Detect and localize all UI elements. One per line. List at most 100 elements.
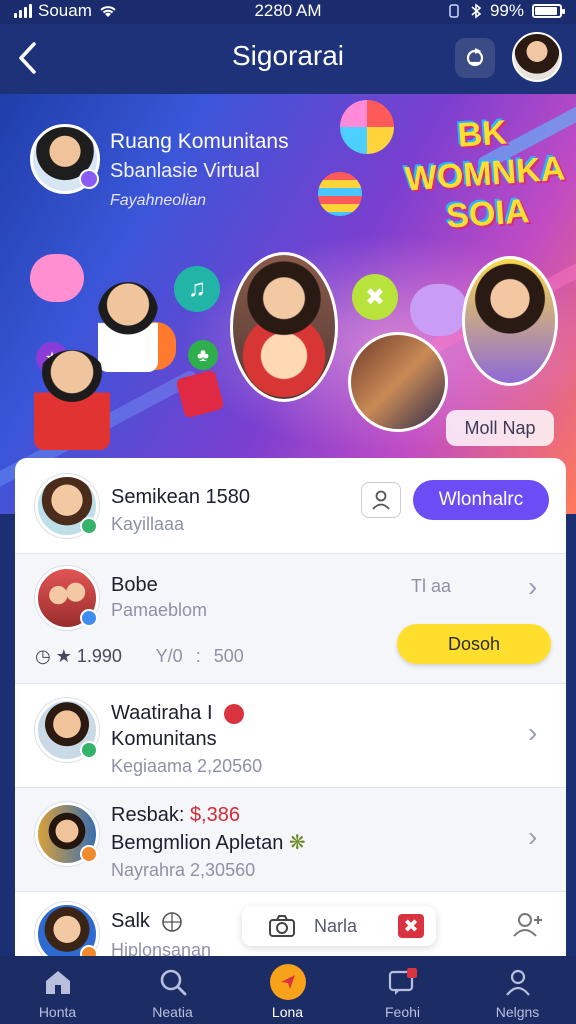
close-button[interactable]: ✖ bbox=[398, 914, 424, 938]
item-title-prefix: Resbak: bbox=[111, 804, 185, 826]
community-avatar[interactable] bbox=[30, 124, 100, 194]
chevron-right-icon[interactable]: › bbox=[528, 572, 548, 602]
user-avatar[interactable] bbox=[512, 32, 562, 82]
camera-chip[interactable]: Narla ✖ bbox=[242, 906, 436, 946]
list-item[interactable]: Waatiraha I Komunitans Kegiaama 2,20560 … bbox=[15, 684, 566, 788]
item-subtitle: Kayillaaa bbox=[111, 514, 185, 534]
add-friend-icon[interactable] bbox=[511, 910, 545, 938]
chevron-right-icon[interactable]: › bbox=[528, 718, 548, 748]
verified-badge-icon bbox=[80, 609, 98, 627]
bear-sticker-icon bbox=[410, 284, 468, 336]
donate-button[interactable]: Dosoh bbox=[397, 624, 551, 664]
item-title: Waatiraha I bbox=[111, 702, 245, 725]
chat-icon bbox=[387, 966, 419, 998]
avatar bbox=[35, 902, 99, 958]
nav-label: Neatia bbox=[152, 1004, 193, 1020]
item-title: Salk bbox=[111, 910, 183, 933]
pig-sticker-icon bbox=[30, 254, 84, 302]
item-title: Semikean 1580 bbox=[111, 486, 250, 508]
balloon-icon bbox=[318, 172, 362, 216]
item-title-line2: Komunitans bbox=[111, 728, 217, 750]
clover-sticker-icon: ♣ bbox=[188, 340, 218, 370]
bluetooth-icon bbox=[471, 3, 482, 19]
avatar bbox=[35, 474, 99, 538]
item-title: Resbak: $,386 bbox=[111, 804, 240, 827]
nav-item-search[interactable]: Neatia bbox=[115, 956, 230, 1024]
featured-photo[interactable] bbox=[230, 252, 338, 402]
list-item[interactable]: Resbak: $,386 Bemgmlion Apletan ❋ Nayrah… bbox=[15, 788, 566, 892]
stat-count: 1.990 bbox=[76, 646, 122, 666]
home-icon bbox=[42, 966, 74, 998]
camera-icon[interactable] bbox=[268, 914, 296, 938]
basketball-icon bbox=[162, 911, 183, 932]
verified-badge-icon bbox=[80, 517, 98, 535]
item-subtitle: Pamaeblom bbox=[111, 600, 208, 620]
bottom-nav: Honta Neatia Lona Feohi Nelgns bbox=[0, 956, 576, 1024]
star-sticker-icon: ✖ bbox=[352, 274, 398, 320]
sparkle-icon: ❋ bbox=[288, 832, 306, 854]
timer-icon: ◷ bbox=[35, 646, 51, 666]
item-side-text: Tl aa bbox=[411, 576, 452, 596]
nav-label: Nelgns bbox=[495, 1004, 540, 1020]
nav-item-home[interactable]: Honta bbox=[0, 956, 115, 1024]
refresh-icon bbox=[466, 48, 484, 67]
item-subtitle: Nayrahra 2,30560 bbox=[111, 860, 256, 880]
app-header: Sigorarai bbox=[0, 24, 576, 94]
person-icon bbox=[372, 490, 390, 510]
stat-ratio: Y/0 bbox=[155, 646, 183, 666]
child-photo bbox=[98, 282, 158, 372]
banner-tagline: Fayahneolian bbox=[110, 192, 207, 209]
stat-separator: : bbox=[195, 646, 201, 666]
child-photo bbox=[34, 350, 110, 450]
banner-title: Ruang Komunitans bbox=[110, 130, 289, 153]
item-subtitle: Kegiaama 2,20560 bbox=[111, 756, 263, 776]
refresh-button[interactable] bbox=[455, 38, 495, 78]
avatar bbox=[35, 698, 99, 762]
verified-badge-icon bbox=[80, 741, 98, 759]
community-list: Semikean 1580 Kayillaaa Wlonhalrc Bobe P… bbox=[15, 458, 566, 958]
camera-chip-label: Narla bbox=[314, 916, 358, 936]
nav-item-chat[interactable]: Feohi bbox=[345, 956, 460, 1024]
verified-badge-icon bbox=[79, 169, 99, 189]
chevron-right-icon[interactable]: › bbox=[528, 822, 548, 852]
join-button[interactable]: Wlonhalrc bbox=[413, 480, 549, 520]
nav-item-create[interactable]: Lona bbox=[230, 956, 345, 1024]
status-bar: Souam 2280 AM 99% bbox=[0, 0, 576, 24]
nav-label: Lona bbox=[271, 1004, 304, 1020]
verified-badge-icon bbox=[80, 845, 98, 863]
stat-total: 500 bbox=[213, 646, 244, 666]
search-icon bbox=[157, 966, 189, 998]
item-title-text: Waatiraha I bbox=[111, 702, 213, 724]
item-stats: ◷ ★ 1.990 Y/0 : 500 bbox=[35, 646, 244, 667]
item-title: Bobe bbox=[111, 574, 158, 596]
music-note-icon: ♫ bbox=[174, 266, 220, 312]
star-icon: ★ bbox=[55, 646, 72, 666]
list-item[interactable]: Bobe Pamaeblom Tl aa › ◷ ★ 1.990 Y/0 : 5… bbox=[15, 554, 566, 684]
nav-label: Honta bbox=[38, 1004, 77, 1020]
item-title-text: Salk bbox=[111, 910, 150, 932]
battery-icon bbox=[532, 4, 565, 18]
battery-percent: 99% bbox=[489, 1, 524, 20]
more-button[interactable]: Moll Nap bbox=[446, 410, 554, 446]
create-icon bbox=[270, 964, 306, 1000]
group-photo[interactable] bbox=[348, 332, 448, 432]
avatar bbox=[35, 802, 99, 866]
item-price: $,386 bbox=[189, 804, 240, 826]
community-banner: Ruang Komunitans Sbanlasie Virtual Fayah… bbox=[0, 94, 576, 514]
live-dot-icon bbox=[224, 703, 245, 724]
balloon-icon bbox=[340, 100, 394, 154]
item-title-line2-text: Bemgmlion Apletan bbox=[111, 832, 284, 854]
avatar bbox=[35, 566, 99, 630]
battery-fill bbox=[535, 7, 557, 15]
nav-item-profile[interactable]: Nelgns bbox=[460, 956, 575, 1024]
vibrate-icon bbox=[449, 4, 459, 18]
banner-subtitle: Sbanlasie Virtual bbox=[110, 160, 260, 182]
member-photo[interactable] bbox=[462, 256, 558, 386]
status-right: 99% bbox=[446, 1, 565, 21]
close-icon: ✖ bbox=[403, 916, 419, 936]
profile-icon bbox=[502, 966, 534, 998]
list-item[interactable]: Semikean 1580 Kayillaaa Wlonhalrc bbox=[15, 458, 566, 554]
profile-button[interactable] bbox=[361, 482, 401, 518]
item-title-line2: Bemgmlion Apletan ❋ bbox=[111, 830, 306, 855]
nav-label: Feohi bbox=[384, 1004, 421, 1020]
